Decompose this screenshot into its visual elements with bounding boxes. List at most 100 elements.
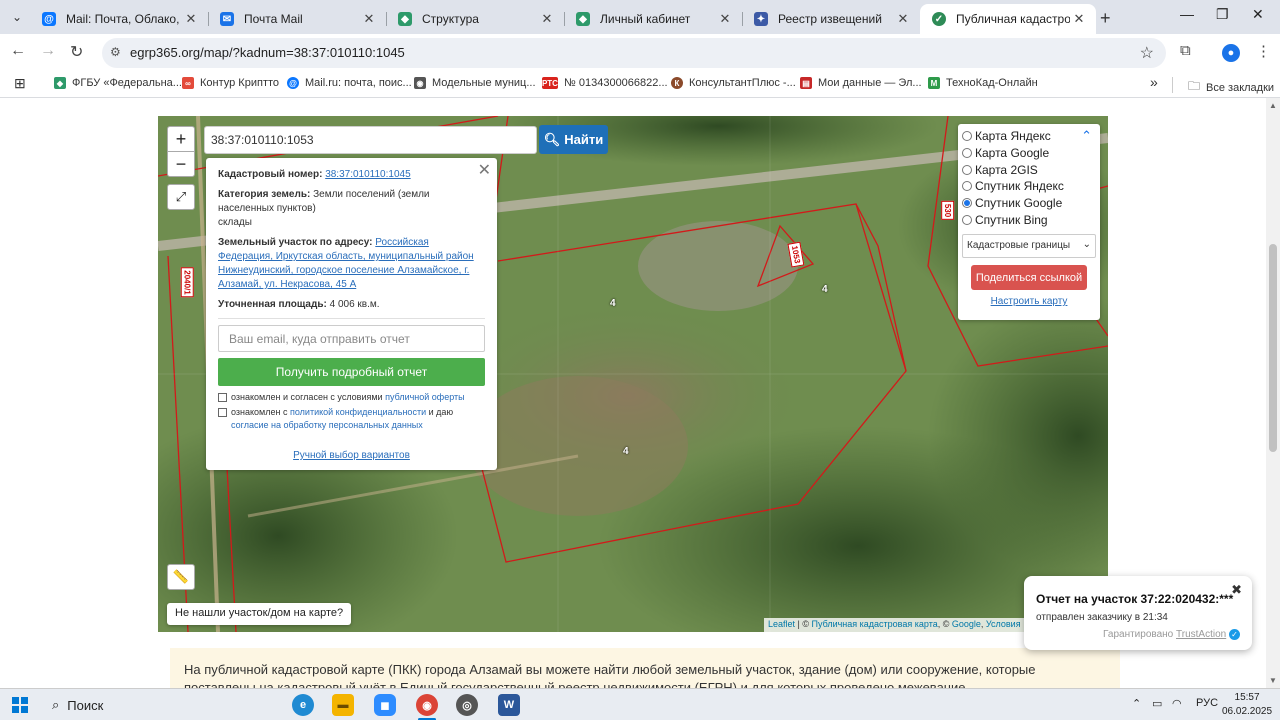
tab-search-chevron-icon[interactable]: ⌄ [6,6,28,28]
scroll-down-arrow-icon[interactable]: ▼ [1269,676,1277,685]
page-scrollbar[interactable]: ▲ ▼ [1266,98,1280,688]
display-icon[interactable]: ▭ [1152,697,1162,710]
bookmark-item[interactable]: ▤ Мои данные — Эл... [800,77,922,89]
checkbox[interactable] [218,393,227,402]
tab-public-cadastral-map[interactable]: ✓ Публичная кадастровая к ✕ [920,4,1096,34]
scrollbar-thumb[interactable] [1269,244,1277,452]
bookmark-item[interactable]: ◉ Модельные муниц... [414,77,536,89]
tab-personal-cabinet[interactable]: ◆ Личный кабинет ✕ [564,4,742,34]
chevron-up-icon[interactable]: ⌃ [1081,128,1092,144]
not-found-button[interactable]: Не нашли участок/дом на карте? [167,603,352,625]
more-bookmarks-chevron-icon[interactable]: » [1150,74,1158,90]
leaflet-link[interactable]: Leaflet [768,619,795,629]
cadastral-map[interactable]: 4 4 4 1053 2040/1 530 + − ⤢ 📏 🔍︎ Найти ✕… [158,116,1108,632]
privacy-policy-link[interactable]: политикой конфиденциальности [290,407,426,417]
chrome-browser-icon[interactable]: ◉ [416,694,438,716]
configure-map-link[interactable]: Настроить карту [962,296,1096,307]
language-indicator[interactable]: РУС [1196,697,1218,709]
zoom-app-icon[interactable]: ◼ [374,694,396,716]
checkbox[interactable] [218,408,227,417]
windows-start-icon[interactable] [12,697,28,713]
bookmark-item[interactable]: ◆ ФГБУ «Федеральна... [54,77,182,89]
bookmark-item[interactable]: ∞ Контур Криптто [182,77,279,89]
wifi-icon[interactable]: ◠ [1172,697,1182,710]
close-popup-icon[interactable]: ✕ [478,160,491,180]
radio-button[interactable] [962,181,972,192]
tab-mail[interactable]: ✉ Почта Mail ✕ [208,4,386,34]
layer-option-google-map[interactable]: Карта Google [962,145,1096,162]
tab-mail-cloud[interactable]: @ Mail: Почта, Облако, Кален ✕ [30,4,208,34]
back-arrow-icon[interactable]: ← [10,42,26,60]
scroll-up-arrow-icon[interactable]: ▲ [1269,101,1277,110]
close-tab-icon[interactable]: ✕ [182,11,200,27]
personal-data-consent-link[interactable]: согласие на обработку персональных данны… [231,420,423,430]
tray-chevron-up-icon[interactable]: ⌃ [1132,697,1141,710]
bookmark-item[interactable]: РТС № 0134300066822... [542,77,668,89]
get-report-button[interactable]: Получить подробный отчет [218,358,485,386]
close-window-icon[interactable]: ✕ [1252,6,1264,23]
layer-option-google-satellite[interactable]: Спутник Google [962,195,1096,212]
word-app-icon[interactable]: W [498,694,520,716]
menu-dots-icon[interactable]: ⋮ [1256,42,1271,60]
trustaction-link[interactable]: TrustAction [1176,629,1226,640]
extensions-icon[interactable]: ⧉ [1180,42,1191,59]
tab-notices-registry[interactable]: ✦ Реестр извещений ✕ [742,4,920,34]
close-tab-icon[interactable]: ✕ [538,11,556,27]
radio-button-selected[interactable] [962,198,972,209]
site-info-icon[interactable]: ⚙ [110,45,121,59]
file-explorer-icon[interactable]: ▬ [332,694,354,716]
profile-avatar-icon[interactable]: ● [1222,44,1240,62]
zoom-out-button[interactable]: − [167,151,195,177]
address-bar[interactable]: ⚙ egrp365.org/map/?kadnum=38:37:010110:1… [102,38,1166,68]
cadastral-number-link[interactable]: 38:37:010110:1045 [325,169,410,180]
minimize-icon[interactable]: — [1180,6,1194,22]
forward-arrow-icon[interactable]: → [40,42,56,60]
cadastral-layer-select[interactable]: Кадастровые границы ⌄ [962,234,1096,259]
taskbar-search[interactable]: ⌕ Поиск [40,690,280,720]
offer-agreement-checkbox[interactable]: ознакомлен и согласен с условиями публич… [218,391,485,404]
privacy-agreement-checkbox[interactable]: ознакомлен с политикой конфиденциальност… [218,406,485,432]
apps-grid-icon[interactable]: ⊞ [14,75,26,92]
layer-option-yandex-satellite[interactable]: Спутник Яндекс [962,178,1096,195]
bookmark-item[interactable]: М ТехноКад-Онлайн [928,77,1038,89]
close-tab-icon[interactable]: ✕ [1070,11,1088,27]
radio-button[interactable] [962,131,972,142]
find-button[interactable]: 🔍︎ Найти [539,125,608,154]
guarantee-text: Гарантировано [1103,629,1174,641]
all-bookmarks-folder[interactable]: 🗀 Все закладки [1188,77,1274,98]
terms-link[interactable]: Условия [986,619,1021,629]
tab-structure[interactable]: ◆ Структура ✕ [386,4,564,34]
edge-browser-icon[interactable]: e [292,694,314,716]
close-tab-icon[interactable]: ✕ [716,11,734,27]
bookmark-label: ТехноКад-Онлайн [946,77,1038,89]
manual-selection-link[interactable]: Ручной выбор вариантов [293,450,410,461]
unknown-app-icon[interactable]: ◎ [456,694,478,716]
google-link[interactable]: Google [952,619,981,629]
layer-option-yandex-map[interactable]: Карта Яндекс [962,128,1096,145]
radio-button[interactable] [962,164,972,175]
pkk-link[interactable]: Публичная кадастровая карта [812,619,938,629]
cadastral-search-input[interactable] [204,126,537,154]
bookmark-star-icon[interactable]: ☆ [1140,43,1154,63]
radio-button[interactable] [962,214,972,225]
fullscreen-expand-icon[interactable]: ⤢ [167,184,195,210]
close-tab-icon[interactable]: ✕ [894,11,912,27]
clock-time: 15:57 [1234,692,1260,703]
bookmark-item[interactable]: @ Mail.ru: почта, поис... [287,77,412,89]
layer-option-2gis-map[interactable]: Карта 2GIS [962,161,1096,178]
reload-icon[interactable]: ↻ [70,42,83,62]
parcel-number-label: 4 [610,298,616,309]
zoom-in-button[interactable]: + [167,126,195,152]
maximize-icon[interactable]: ❐ [1216,6,1229,23]
layer-option-bing-satellite[interactable]: Спутник Bing [962,211,1096,228]
share-link-button[interactable]: Поделиться ссылкой [971,265,1087,291]
bookmark-item[interactable]: К КонсультантПлюс -... [671,77,796,89]
new-tab-plus-icon[interactable]: + [1100,8,1111,29]
public-offer-link[interactable]: публичной оферты [385,392,465,402]
email-input[interactable]: Ваш email, куда отправить отчет [218,325,485,352]
close-tab-icon[interactable]: ✕ [360,11,378,27]
taskbar-clock[interactable]: 15:57 06.02.2025 [1222,691,1272,719]
close-notification-icon[interactable]: ✖ [1231,582,1242,598]
ruler-measure-icon[interactable]: 📏 [167,564,195,590]
radio-button[interactable] [962,148,972,159]
